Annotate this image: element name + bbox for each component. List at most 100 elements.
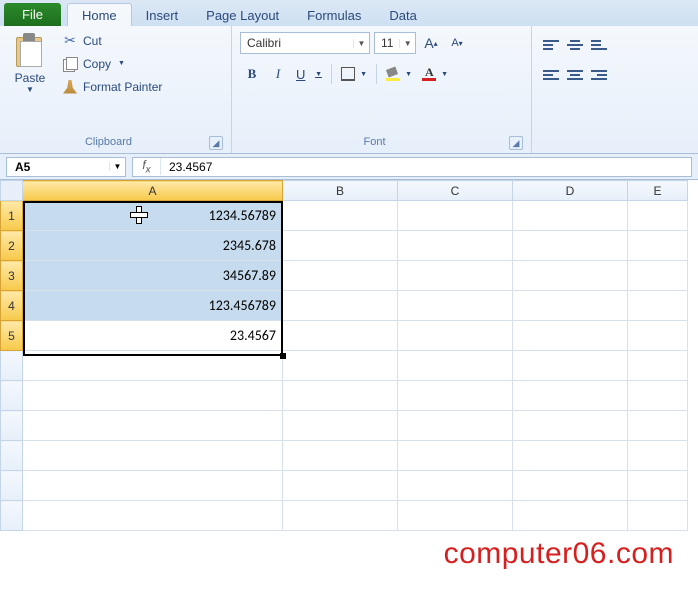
worksheet-grid[interactable]: A B C D E 1 1234.56789 2 2345.678 3 3456… bbox=[0, 180, 698, 531]
cell[interactable] bbox=[283, 441, 398, 471]
cell[interactable] bbox=[398, 411, 513, 441]
cell-b3[interactable] bbox=[283, 261, 398, 291]
cell[interactable] bbox=[628, 381, 688, 411]
paste-button[interactable]: Paste ▼ bbox=[8, 30, 52, 97]
tab-file[interactable]: File bbox=[4, 3, 61, 26]
row-header-6[interactable] bbox=[1, 351, 23, 381]
row-header-3[interactable]: 3 bbox=[1, 261, 23, 291]
underline-button[interactable]: U▼ bbox=[292, 62, 326, 86]
cell[interactable] bbox=[628, 501, 688, 531]
cell-e3[interactable] bbox=[628, 261, 688, 291]
row-header-8[interactable] bbox=[1, 411, 23, 441]
tab-home[interactable]: Home bbox=[67, 3, 132, 26]
fill-handle[interactable] bbox=[280, 353, 286, 359]
cell[interactable] bbox=[513, 471, 628, 501]
cell[interactable] bbox=[398, 501, 513, 531]
font-size-combo[interactable]: 11 ▼ bbox=[374, 32, 416, 54]
cell[interactable] bbox=[513, 411, 628, 441]
bold-button[interactable]: B bbox=[240, 62, 264, 86]
cell-c3[interactable] bbox=[398, 261, 513, 291]
cell-e2[interactable] bbox=[628, 231, 688, 261]
cell-b5[interactable] bbox=[283, 321, 398, 351]
formula-input[interactable]: fx 23.4567 bbox=[132, 157, 692, 177]
grow-font-button[interactable]: A▴ bbox=[420, 32, 442, 54]
tab-insert[interactable]: Insert bbox=[132, 4, 193, 26]
cell[interactable] bbox=[628, 351, 688, 381]
cell-d4[interactable] bbox=[513, 291, 628, 321]
align-middle-button[interactable] bbox=[564, 34, 586, 56]
fill-color-button[interactable]: ▼ bbox=[382, 62, 416, 86]
align-bottom-button[interactable] bbox=[588, 34, 610, 56]
cell[interactable] bbox=[283, 411, 398, 441]
clipboard-launcher-icon[interactable]: ◢ bbox=[209, 136, 223, 150]
font-name-combo[interactable]: Calibri ▼ bbox=[240, 32, 370, 54]
cell-c2[interactable] bbox=[398, 231, 513, 261]
row-header-5[interactable]: 5 bbox=[1, 321, 23, 351]
cell-c4[interactable] bbox=[398, 291, 513, 321]
cell-b2[interactable] bbox=[283, 231, 398, 261]
align-left-button[interactable] bbox=[540, 64, 562, 86]
row-header-10[interactable] bbox=[1, 471, 23, 501]
cell[interactable] bbox=[23, 501, 283, 531]
row-header-1[interactable]: 1 bbox=[1, 201, 23, 231]
cell[interactable] bbox=[283, 501, 398, 531]
cell[interactable] bbox=[513, 441, 628, 471]
cell-a2[interactable]: 2345.678 bbox=[23, 231, 283, 261]
cell[interactable] bbox=[398, 381, 513, 411]
cell[interactable] bbox=[513, 501, 628, 531]
cell[interactable] bbox=[513, 381, 628, 411]
name-box[interactable]: A5 ▼ bbox=[6, 157, 126, 177]
align-right-button[interactable] bbox=[588, 64, 610, 86]
row-header-4[interactable]: 4 bbox=[1, 291, 23, 321]
copy-button[interactable]: Copy ▼ bbox=[58, 54, 166, 74]
cell-e5[interactable] bbox=[628, 321, 688, 351]
column-header-c[interactable]: C bbox=[398, 181, 513, 201]
font-color-button[interactable]: A▼ bbox=[418, 62, 452, 86]
copy-dropdown-icon[interactable]: ▼ bbox=[118, 60, 125, 67]
font-launcher-icon[interactable]: ◢ bbox=[509, 136, 523, 150]
italic-button[interactable]: I bbox=[266, 62, 290, 86]
cell-a4[interactable]: 123.456789 bbox=[23, 291, 283, 321]
tab-formulas[interactable]: Formulas bbox=[293, 4, 375, 26]
cell[interactable] bbox=[283, 351, 398, 381]
cell[interactable] bbox=[398, 351, 513, 381]
cell[interactable] bbox=[628, 471, 688, 501]
shrink-font-button[interactable]: A▾ bbox=[446, 32, 468, 54]
row-header-11[interactable] bbox=[1, 501, 23, 531]
cell-b4[interactable] bbox=[283, 291, 398, 321]
cell[interactable] bbox=[283, 381, 398, 411]
cell-c1[interactable] bbox=[398, 201, 513, 231]
cell-d2[interactable] bbox=[513, 231, 628, 261]
paste-dropdown-icon[interactable]: ▼ bbox=[26, 85, 34, 94]
cell[interactable] bbox=[513, 351, 628, 381]
cell-a5[interactable]: 23.4567 bbox=[23, 321, 283, 351]
cell[interactable] bbox=[398, 471, 513, 501]
tab-page-layout[interactable]: Page Layout bbox=[192, 4, 293, 26]
cell-d3[interactable] bbox=[513, 261, 628, 291]
column-header-e[interactable]: E bbox=[628, 181, 688, 201]
cell-a1[interactable]: 1234.56789 bbox=[23, 201, 283, 231]
cell[interactable] bbox=[23, 351, 283, 381]
align-top-button[interactable] bbox=[540, 34, 562, 56]
cell[interactable] bbox=[628, 411, 688, 441]
select-all-corner[interactable] bbox=[1, 181, 23, 201]
column-header-a[interactable]: A bbox=[23, 181, 283, 201]
column-header-d[interactable]: D bbox=[513, 181, 628, 201]
format-painter-button[interactable]: Format Painter bbox=[58, 77, 166, 97]
align-center-button[interactable] bbox=[564, 64, 586, 86]
cell[interactable] bbox=[23, 381, 283, 411]
cell-e1[interactable] bbox=[628, 201, 688, 231]
column-header-b[interactable]: B bbox=[283, 181, 398, 201]
row-header-9[interactable] bbox=[1, 441, 23, 471]
cell-d1[interactable] bbox=[513, 201, 628, 231]
cell-e4[interactable] bbox=[628, 291, 688, 321]
cut-button[interactable]: ✂ Cut bbox=[58, 31, 166, 51]
cell[interactable] bbox=[23, 471, 283, 501]
cell-c5[interactable] bbox=[398, 321, 513, 351]
row-header-7[interactable] bbox=[1, 381, 23, 411]
tab-data[interactable]: Data bbox=[375, 4, 430, 26]
cell[interactable] bbox=[23, 441, 283, 471]
cell[interactable] bbox=[398, 441, 513, 471]
row-header-2[interactable]: 2 bbox=[1, 231, 23, 261]
cell[interactable] bbox=[628, 441, 688, 471]
